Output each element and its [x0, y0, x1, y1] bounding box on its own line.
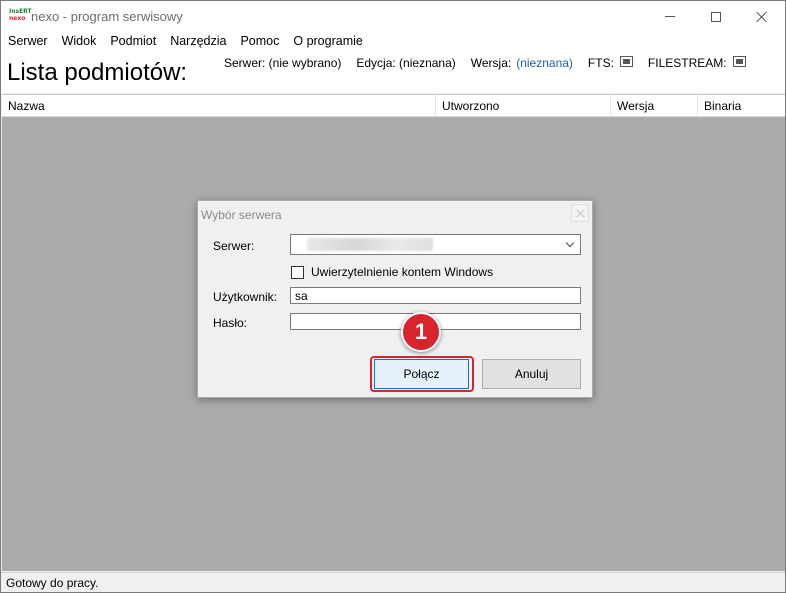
version-label: Wersja: — [470, 56, 512, 70]
menu-narzedzia[interactable]: Narzędzia — [163, 32, 233, 51]
maximize-button[interactable] — [693, 1, 739, 32]
menu-bar: Serwer Widok Podmiot Narzędzia Pomoc O p… — [1, 32, 785, 51]
password-label: Hasło: — [213, 316, 248, 330]
header-panel: Lista podmiotów: Serwer: (nie wybrano) E… — [1, 51, 785, 93]
fts-indicator-icon — [619, 55, 633, 67]
column-header-utworzono[interactable]: Utworzono — [436, 95, 611, 117]
menu-widok[interactable]: Widok — [55, 32, 104, 51]
connect-highlight-frame — [370, 356, 474, 392]
app-logo-icon: InsERT nexo — [9, 9, 32, 23]
minimize-icon — [665, 16, 675, 17]
edition-status: Edycja: (nieznana) — [356, 56, 456, 70]
page-title: Lista podmiotów: — [7, 59, 188, 86]
windows-auth-checkbox[interactable] — [291, 265, 304, 279]
minimize-button[interactable] — [647, 1, 693, 32]
column-header-wersja[interactable]: Wersja — [611, 95, 698, 117]
windows-auth-row: Uwierzytelnienie kontem Windows — [291, 265, 493, 279]
chevron-down-icon[interactable] — [565, 239, 575, 249]
filestream-label: FILESTREAM: — [647, 56, 727, 70]
server-combobox[interactable] — [290, 234, 581, 255]
column-header-nazwa[interactable]: Nazwa — [2, 95, 436, 117]
server-label: Serwer: — [213, 239, 255, 253]
status-text: Gotowy do pracy. — [6, 576, 99, 590]
user-label: Użytkownik: — [213, 290, 278, 304]
menu-o-programie[interactable]: O programie — [286, 32, 369, 51]
maximize-icon — [711, 11, 721, 22]
close-button[interactable] — [739, 1, 785, 32]
dialog-close-button[interactable] — [571, 204, 589, 222]
title-bar: InsERT nexo nexo - program serwisowy — [1, 1, 785, 32]
version-value: (nieznana) — [516, 56, 573, 70]
dialog-title: Wybór serwera — [201, 208, 282, 222]
window-title: nexo - program serwisowy — [31, 9, 183, 24]
grid-header: Nazwa Utworzono Wersja Binaria — [2, 95, 785, 117]
main-window: InsERT nexo nexo - program serwisowy Ser… — [0, 0, 786, 593]
user-input[interactable]: sa — [290, 287, 581, 304]
menu-podmiot[interactable]: Podmiot — [103, 32, 163, 51]
step-badge: 1 — [401, 312, 441, 352]
status-bar: Gotowy do pracy. — [1, 572, 785, 592]
windows-auth-label[interactable]: Uwierzytelnienie kontem Windows — [311, 265, 493, 279]
server-selection-dialog: Wybór serwera Serwer: Uwierzytelnienie k… — [197, 200, 593, 398]
cancel-button[interactable]: Anuluj — [482, 359, 581, 389]
column-header-binaria[interactable]: Binaria — [698, 95, 785, 117]
filestream-indicator-icon — [732, 55, 746, 67]
logo-line-2: nexo — [9, 15, 26, 22]
fts-label: FTS: — [587, 56, 614, 70]
server-info-row: Serwer: (nie wybrano) Edycja: (nieznana)… — [224, 55, 746, 70]
close-icon — [756, 11, 768, 23]
server-status: Serwer: (nie wybrano) — [224, 56, 342, 70]
server-value-blurred — [307, 238, 433, 251]
menu-serwer[interactable]: Serwer — [1, 32, 55, 51]
close-icon — [576, 209, 585, 218]
menu-pomoc[interactable]: Pomoc — [233, 32, 286, 51]
